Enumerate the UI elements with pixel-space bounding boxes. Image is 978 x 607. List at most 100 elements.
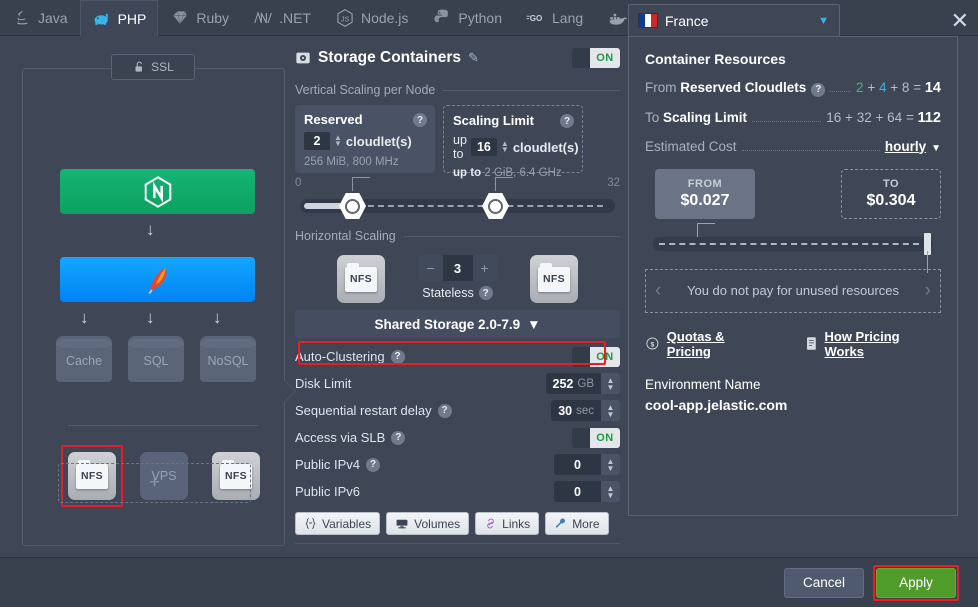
- value-total: 14: [924, 80, 941, 96]
- restart-delay-spinner[interactable]: ▲ ▼: [601, 400, 620, 421]
- slider-max: 32: [607, 177, 620, 189]
- dialog-footer: Cancel Apply: [0, 557, 978, 607]
- scaling-limit-box[interactable]: Scaling Limit ? up to 16 ▲ ▼ cloudlet(s) …: [443, 105, 583, 179]
- help-icon[interactable]: ?: [391, 430, 406, 445]
- scaling-limit-spinner[interactable]: ▲ ▼: [501, 140, 509, 154]
- help-icon[interactable]: ?: [811, 82, 826, 97]
- link-label: How Pricing Works: [824, 328, 900, 359]
- chevron-down-icon[interactable]: ▼: [931, 143, 941, 154]
- shared-storage-select[interactable]: Shared Storage 2.0-7.9 ▼: [295, 310, 620, 338]
- node-count-value[interactable]: 3: [442, 255, 473, 281]
- section-label: Vertical Scaling per Node: [295, 83, 436, 97]
- reserved-box[interactable]: Reserved ? 2 ▲ ▼ cloudlet(s) 256 MiB, 800…: [295, 105, 435, 173]
- environment-name-value: cool-app.jelastic.com: [645, 396, 788, 413]
- public-ipv6-stepper[interactable]: 0 ▲ ▼: [554, 481, 620, 502]
- option-row-disk-limit: Disk Limit 252 GB ▲ ▼: [295, 370, 620, 397]
- region-resources-panel: France ▼ ✕ Container Resources From Rese…: [628, 4, 973, 549]
- leader-dots: [741, 149, 880, 151]
- hs-node-right[interactable]: NFS: [530, 255, 578, 303]
- slider-handle-reserved[interactable]: [339, 193, 366, 219]
- document-icon: [806, 337, 816, 350]
- carousel-next-button[interactable]: ›: [925, 280, 931, 302]
- billing-period-select[interactable]: hourly: [885, 139, 926, 154]
- help-icon[interactable]: ?: [478, 286, 493, 300]
- row-lead: To Scaling Limit: [645, 110, 747, 125]
- variables-button[interactable]: Variables: [295, 512, 381, 535]
- tab-dotnet[interactable]: .NET: [241, 0, 323, 36]
- public-ipv6-spinner[interactable]: ▲ ▼: [601, 481, 620, 502]
- slider-range-dash: [348, 205, 603, 207]
- java-icon: [17, 10, 28, 25]
- tab-ruby[interactable]: Ruby: [158, 0, 241, 36]
- ssl-label: SSL: [151, 60, 174, 74]
- pricing-note-carousel: ‹ You do not pay for unused resources ›: [645, 268, 941, 313]
- reserved-spinner[interactable]: ▲ ▼: [334, 134, 342, 148]
- help-icon[interactable]: ?: [437, 403, 452, 418]
- tab-python[interactable]: Python: [420, 0, 514, 36]
- option-row-restart-delay: Sequential restart delay ? 30 sec ▲ ▼: [295, 397, 620, 424]
- help-icon[interactable]: ?: [366, 457, 381, 472]
- tab-label: Node.js: [360, 10, 409, 26]
- disk-limit-spinner[interactable]: ▲ ▼: [601, 373, 620, 394]
- slider-handle-limit[interactable]: [482, 193, 509, 219]
- tab-java[interactable]: Java: [0, 0, 80, 36]
- nodejs-icon: JS: [337, 9, 353, 27]
- cancel-button[interactable]: Cancel: [784, 567, 864, 598]
- node-sql[interactable]: SQL: [128, 336, 184, 382]
- how-pricing-works-link[interactable]: How Pricing Works: [805, 329, 941, 359]
- tab-php[interactable]: PHP: [79, 0, 159, 36]
- node-nginx[interactable]: [60, 169, 255, 214]
- volumes-button[interactable]: Volumes: [386, 512, 470, 535]
- apply-button[interactable]: Apply: [876, 567, 956, 598]
- scaling-limit-value[interactable]: 16: [470, 138, 497, 156]
- svg-text:GO: GO: [530, 14, 543, 23]
- node-apache[interactable]: [60, 257, 255, 302]
- public-ipv4-spinner[interactable]: ▲ ▼: [601, 454, 620, 475]
- reserved-label: Reserved: [304, 112, 363, 127]
- node-nosql[interactable]: NoSQL: [200, 336, 256, 382]
- help-icon[interactable]: ?: [413, 113, 427, 127]
- nginx-icon: [144, 175, 171, 208]
- tab-label: Ruby: [196, 10, 230, 26]
- slider-connector: [352, 177, 353, 191]
- links-button[interactable]: Links: [475, 512, 540, 535]
- public-ipv6-value-group: 0: [554, 481, 601, 502]
- storage-containers-toggle[interactable]: ON: [572, 48, 620, 68]
- flow-arrow: ↓: [146, 308, 155, 327]
- option-label: Disk Limit: [295, 376, 352, 391]
- row-lead: From Reserved Cloudlets: [645, 80, 806, 95]
- row-lead-bold: Reserved Cloudlets: [680, 80, 807, 95]
- quotas-pricing-link[interactable]: $ Quotas & Pricing: [645, 329, 771, 359]
- restart-delay-stepper[interactable]: 30 sec ▲ ▼: [551, 400, 620, 421]
- price-to-value: $0.304: [866, 191, 916, 209]
- cloudlet-slider[interactable]: 0 32: [295, 177, 620, 223]
- decrement-button[interactable]: −: [418, 255, 443, 281]
- close-icon[interactable]: ✕: [951, 10, 969, 32]
- tab-go-lang[interactable]: GO Lang: [514, 0, 595, 36]
- option-label-group: Disk Limit: [295, 376, 351, 391]
- carousel-prev-button[interactable]: ‹: [655, 280, 661, 302]
- reserved-value[interactable]: 2: [304, 132, 330, 150]
- access-slb-toggle[interactable]: ON: [572, 427, 620, 448]
- increment-button[interactable]: +: [472, 255, 497, 281]
- node-cache[interactable]: Cache: [56, 336, 112, 382]
- ssl-chip[interactable]: SSL: [111, 54, 195, 80]
- region-tab[interactable]: France ▼: [628, 4, 840, 36]
- environment-name-label: Environment Name: [645, 376, 761, 392]
- value-op2: +: [890, 80, 899, 95]
- scaling-limit-input-row: up to 16 ▲ ▼ cloudlet(s): [453, 133, 579, 161]
- wrench-icon: [555, 518, 566, 528]
- chevron-down-icon[interactable]: ▼: [818, 15, 829, 27]
- option-row-public-ipv4: Public IPv4 ? 0 ▲ ▼: [295, 451, 620, 478]
- value-total: 112: [917, 109, 941, 126]
- more-button[interactable]: More: [545, 512, 609, 535]
- public-ipv4-stepper[interactable]: 0 ▲ ▼: [554, 454, 620, 475]
- disk-limit-stepper[interactable]: 252 GB ▲ ▼: [545, 373, 620, 394]
- add-node-button[interactable]: +: [58, 463, 251, 503]
- tab-nodejs[interactable]: JS Node.js: [323, 0, 420, 36]
- braces-icon: [305, 518, 316, 529]
- public-ipv4-value: 0: [574, 457, 581, 472]
- help-icon[interactable]: ?: [560, 114, 574, 128]
- hs-node-left[interactable]: NFS: [337, 255, 385, 303]
- pencil-icon[interactable]: ✎: [468, 50, 479, 66]
